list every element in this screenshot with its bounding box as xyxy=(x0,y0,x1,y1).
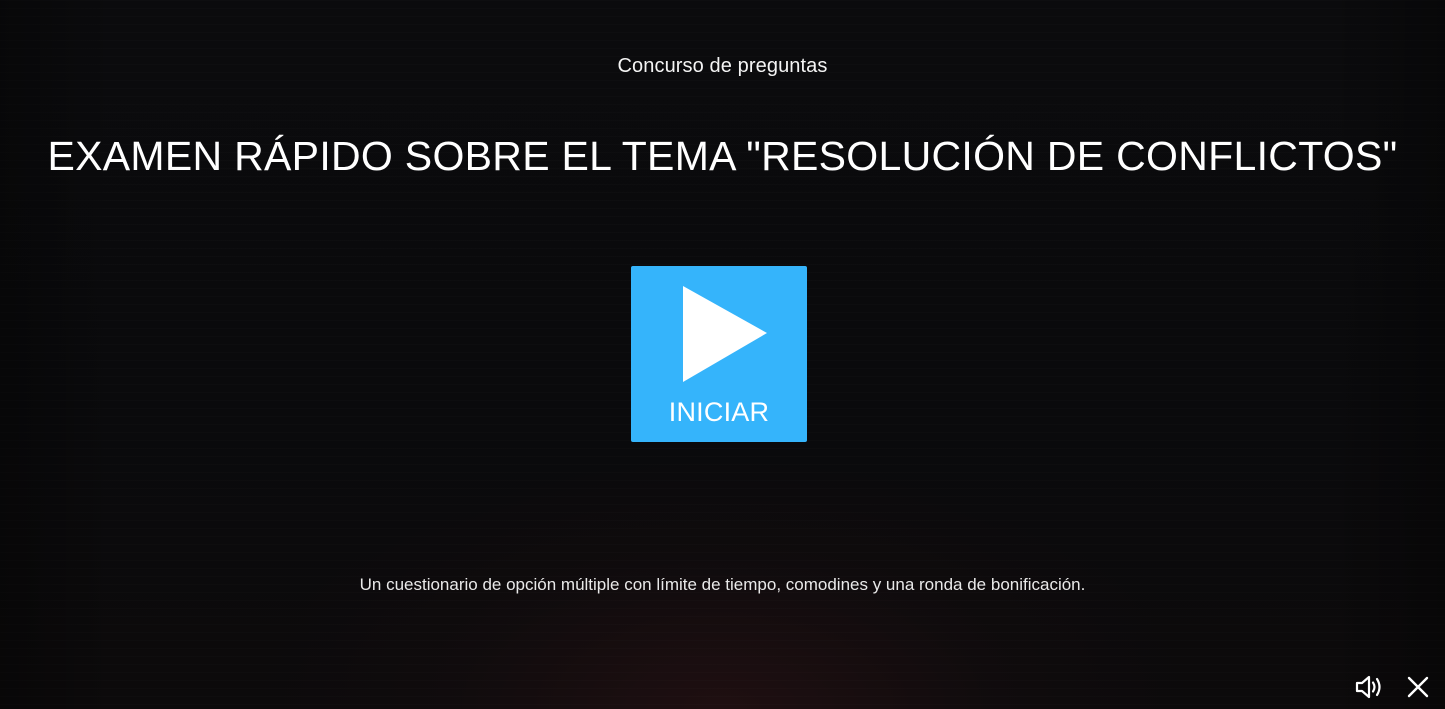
close-icon xyxy=(1407,676,1429,698)
speaker-icon xyxy=(1355,675,1381,699)
start-button[interactable]: INICIAR xyxy=(631,266,807,442)
quiz-intro-screen: Concurso de preguntas EXAMEN RÁPIDO SOBR… xyxy=(0,0,1445,709)
quiz-kicker: Concurso de preguntas xyxy=(617,55,828,77)
player-controls xyxy=(1355,673,1433,701)
sound-toggle-button[interactable] xyxy=(1355,673,1385,701)
start-button-label: INICIAR xyxy=(668,397,770,427)
close-button[interactable] xyxy=(1403,673,1433,701)
quiz-description: Un cuestionario de opción múltiple con l… xyxy=(359,575,1086,594)
play-icon xyxy=(683,286,767,382)
quiz-title: EXAMEN RÁPIDO SOBRE EL TEMA "RESOLUCIÓN … xyxy=(47,133,1398,179)
